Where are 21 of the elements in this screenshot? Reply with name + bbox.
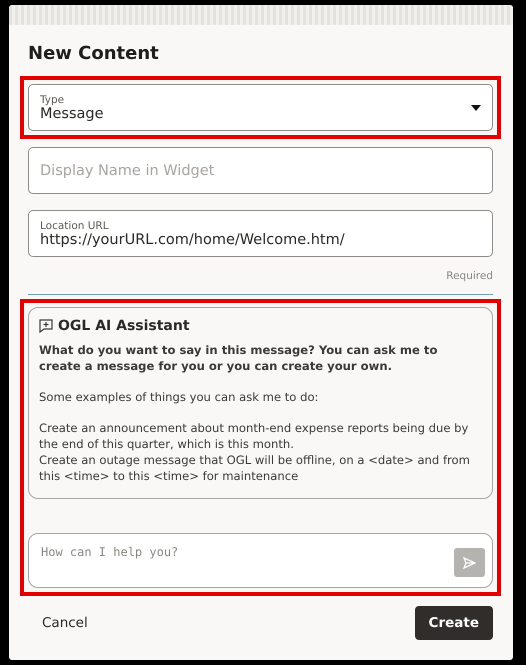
send-icon <box>463 556 476 568</box>
field-value: https://yourURL.com/home/Welcome.htm/ <box>40 232 346 248</box>
cancel-button[interactable]: Cancel <box>28 606 102 640</box>
type-select[interactable]: Type Message <box>28 84 493 131</box>
example-text: Create an outage message that OGL will be offline, on a <date> and from this <time> to this <time> for maintenance <box>39 452 471 484</box>
assistant-title: OGL AI Assistant <box>58 318 190 334</box>
examples-intro: Some examples of things you can ask me to do: <box>39 389 320 405</box>
chat-icon <box>39 319 53 333</box>
input-field[interactable]: Location URL https://yourURL.com/home/Welcome.htm/ <box>28 210 493 257</box>
example-text: Create an announcement about month-end expense reports being due by the end of this quarter, which is this month. <box>39 420 470 452</box>
field-label: Location URL <box>40 220 110 232</box>
chat-input[interactable]: How can I help you? <box>28 533 493 588</box>
message-field[interactable]: How can I help you? <box>39 544 454 560</box>
helper-text: Required <box>446 270 493 282</box>
assistant-prompt: What do you want to say in this message? You can ask me to create a message for you or you can create your own. <box>39 342 438 374</box>
create-button[interactable]: Create <box>414 606 493 640</box>
dialog-title: New Content <box>28 43 160 64</box>
field-value: Message <box>40 106 105 122</box>
caret-icon <box>471 104 481 110</box>
field-label: Type <box>40 94 66 106</box>
field-placeholder: Display Name in Widget <box>40 162 216 178</box>
